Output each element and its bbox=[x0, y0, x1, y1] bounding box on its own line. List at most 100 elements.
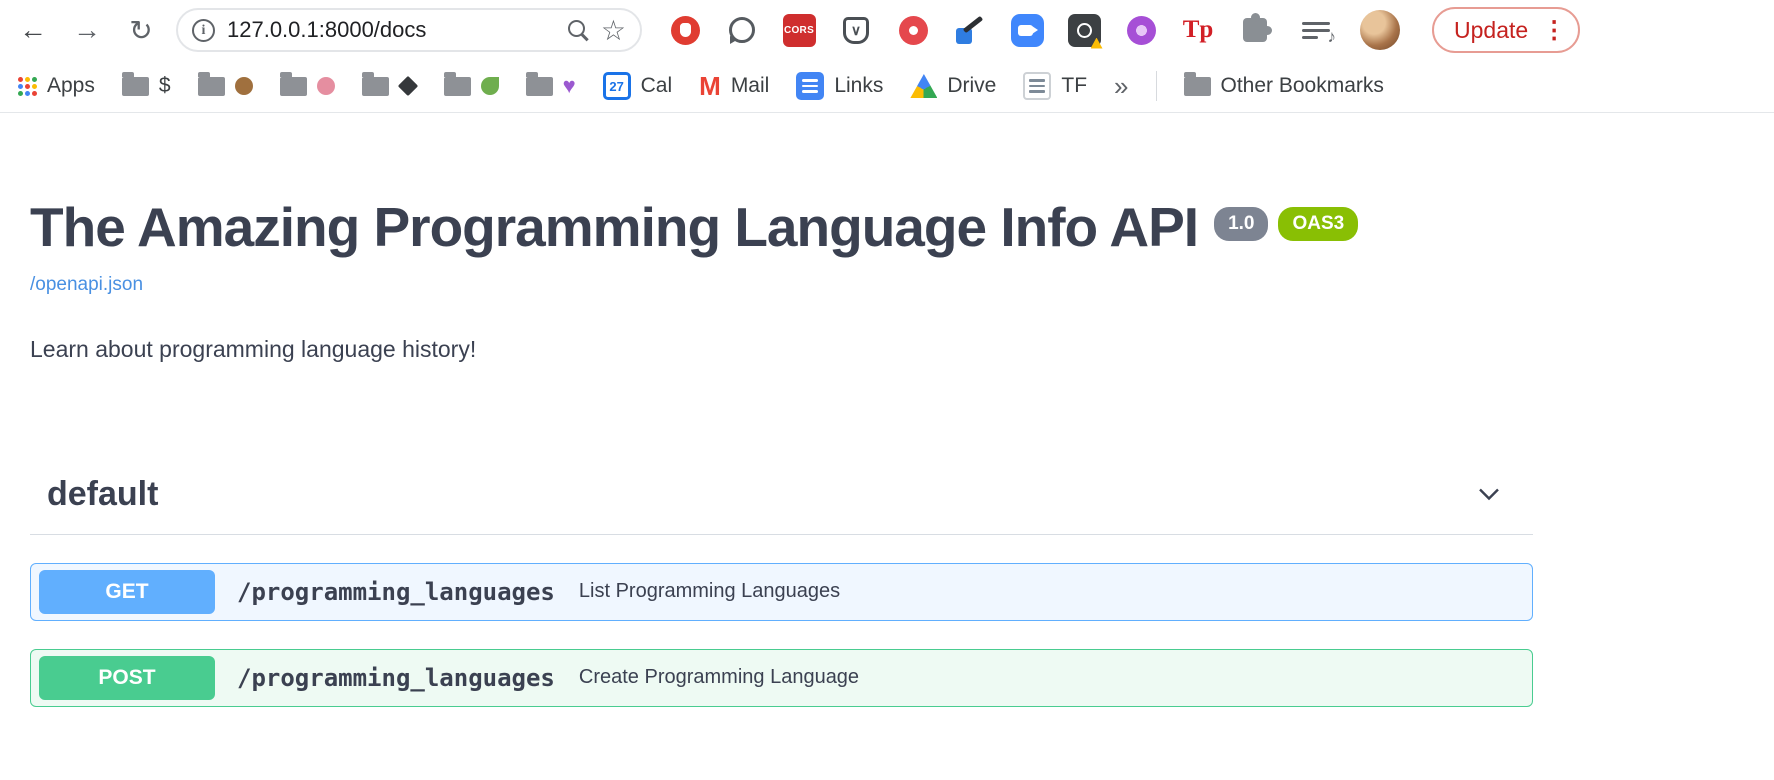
profile-avatar[interactable] bbox=[1360, 10, 1400, 50]
graduation-cap-emoji-icon bbox=[397, 76, 417, 96]
calendar-day: 27 bbox=[606, 75, 628, 97]
endpoint-summary: Create Programming Language bbox=[579, 666, 859, 689]
gmail-icon: M bbox=[699, 73, 721, 99]
eyedropper-icon bbox=[954, 14, 986, 46]
openapi-json-link[interactable]: /openapi.json bbox=[30, 274, 143, 296]
extension-icons: CORS ∨ Tp bbox=[668, 13, 1272, 47]
atom-extension-icon[interactable] bbox=[1067, 13, 1101, 47]
api-description: Learn about programming language history… bbox=[30, 336, 1774, 363]
chrome-update-button[interactable]: Update ⋮ bbox=[1432, 7, 1580, 53]
bookmark-folder-dog[interactable] bbox=[198, 77, 253, 96]
bookmark-folder-herb[interactable] bbox=[444, 77, 499, 96]
bookmark-folder-brain[interactable] bbox=[280, 77, 335, 96]
bookmarks-bar: Apps $ ♥ 27 Cal M Mail Links Drive bbox=[0, 60, 1774, 113]
section-title: default bbox=[47, 475, 158, 514]
drive-icon bbox=[910, 74, 937, 98]
purple-heart-emoji-icon: ♥ bbox=[563, 77, 576, 95]
calendar-icon: 27 bbox=[603, 72, 631, 100]
media-queue-icon[interactable]: ♪ bbox=[1302, 22, 1332, 39]
address-bar[interactable]: i 127.0.0.1:8000/docs ☆ bbox=[176, 8, 642, 52]
api-title-row: The Amazing Programming Language Info AP… bbox=[30, 197, 1774, 258]
tp-icon: Tp bbox=[1183, 16, 1214, 44]
http-method-badge: GET bbox=[39, 570, 215, 614]
color-picker-extension-icon[interactable] bbox=[953, 13, 987, 47]
adblocker-extension-icon[interactable] bbox=[668, 13, 702, 47]
folder-icon bbox=[198, 77, 225, 96]
bookmarks-overflow-chevron[interactable]: » bbox=[1114, 71, 1128, 102]
browser-toolbar: ← → ↻ i 127.0.0.1:8000/docs ☆ CORS ∨ Tp … bbox=[0, 0, 1774, 60]
spreadsheet-icon bbox=[1023, 72, 1051, 100]
zoom-extension-icon[interactable] bbox=[1010, 13, 1044, 47]
folder-icon bbox=[122, 77, 149, 96]
endpoint-row-get-programming-languages[interactable]: GET /programming_languages List Programm… bbox=[30, 563, 1533, 621]
endpoint-summary: List Programming Languages bbox=[579, 580, 840, 603]
puzzle-extension-icon[interactable] bbox=[1238, 13, 1272, 47]
music-note-icon: ♪ bbox=[1328, 27, 1337, 47]
brain-emoji-icon bbox=[317, 77, 335, 95]
pinwheel-icon bbox=[899, 16, 928, 45]
herb-emoji-icon bbox=[481, 77, 499, 95]
warning-triangle-icon bbox=[1091, 38, 1103, 49]
hand-icon bbox=[671, 16, 700, 45]
cors-icon: CORS bbox=[783, 14, 816, 47]
dog-emoji-icon bbox=[235, 77, 253, 95]
url-text[interactable]: 127.0.0.1:8000/docs bbox=[227, 17, 555, 43]
cors-extension-icon[interactable]: CORS bbox=[782, 13, 816, 47]
title-badges: 1.0 OAS3 bbox=[1214, 197, 1358, 241]
atom-icon bbox=[1068, 14, 1101, 47]
back-icon[interactable]: ← bbox=[14, 11, 52, 49]
endpoint-path: /programming_languages bbox=[237, 578, 555, 606]
chat-extension-icon[interactable] bbox=[725, 13, 759, 47]
other-bookmarks-label: Other Bookmarks bbox=[1221, 74, 1384, 98]
apps-label: Apps bbox=[47, 74, 95, 98]
bookmark-links[interactable]: Links bbox=[796, 72, 883, 100]
forward-icon[interactable]: → bbox=[68, 11, 106, 49]
oas3-badge: OAS3 bbox=[1278, 207, 1358, 241]
bookmark-folder-graduation[interactable] bbox=[362, 77, 417, 96]
bookmark-tf[interactable]: TF bbox=[1023, 72, 1087, 100]
endpoint-path: /programming_languages bbox=[237, 664, 555, 692]
bookmark-folder-purple-heart[interactable]: ♥ bbox=[526, 77, 576, 96]
bookmark-star-icon[interactable]: ☆ bbox=[601, 14, 626, 47]
bookmark-folder-dollar[interactable]: $ bbox=[122, 74, 171, 98]
endpoint-row-post-programming-languages[interactable]: POST /programming_languages Create Progr… bbox=[30, 649, 1533, 707]
bookmark-calendar[interactable]: 27 Cal bbox=[603, 72, 673, 100]
pinwheel-extension-icon[interactable] bbox=[896, 13, 930, 47]
folder-icon bbox=[1184, 77, 1211, 96]
calendar-label: Cal bbox=[641, 74, 673, 98]
folder-icon bbox=[526, 77, 553, 96]
zoom-search-icon[interactable] bbox=[567, 19, 589, 41]
apps-shortcut[interactable]: Apps bbox=[18, 74, 95, 98]
video-camera-icon bbox=[1011, 14, 1044, 47]
swagger-docs-page: The Amazing Programming Language Info AP… bbox=[0, 113, 1774, 707]
default-section: default GET /programming_languages List … bbox=[30, 459, 1533, 707]
links-label: Links bbox=[834, 74, 883, 98]
links-icon bbox=[796, 72, 824, 100]
bookmark-mail[interactable]: M Mail bbox=[699, 73, 769, 99]
puzzle-piece-icon bbox=[1243, 18, 1267, 42]
mail-label: Mail bbox=[731, 74, 770, 98]
other-bookmarks[interactable]: Other Bookmarks bbox=[1184, 74, 1384, 98]
apps-grid-icon bbox=[18, 77, 37, 96]
kebab-menu-icon[interactable]: ⋮ bbox=[1542, 16, 1566, 45]
bookmark-drive[interactable]: Drive bbox=[910, 74, 996, 98]
pocket-extension-icon[interactable]: ∨ bbox=[839, 13, 873, 47]
dollar-label: $ bbox=[159, 74, 171, 98]
drive-label: Drive bbox=[947, 74, 996, 98]
update-label: Update bbox=[1454, 17, 1528, 44]
tp-extension-icon[interactable]: Tp bbox=[1181, 13, 1215, 47]
bookmarks-divider bbox=[1156, 71, 1157, 101]
chevron-down-icon[interactable] bbox=[1471, 476, 1507, 512]
http-method-badge: POST bbox=[39, 656, 215, 700]
site-info-icon[interactable]: i bbox=[192, 19, 215, 42]
folder-icon bbox=[362, 77, 389, 96]
reload-icon[interactable]: ↻ bbox=[122, 11, 160, 49]
speech-bubble-icon bbox=[729, 17, 755, 43]
flower-icon bbox=[1127, 16, 1156, 45]
shield-icon: ∨ bbox=[843, 17, 869, 44]
purple-flower-extension-icon[interactable] bbox=[1124, 13, 1158, 47]
tf-label: TF bbox=[1061, 74, 1087, 98]
folder-icon bbox=[280, 77, 307, 96]
section-header-default[interactable]: default bbox=[30, 459, 1533, 535]
folder-icon bbox=[444, 77, 471, 96]
